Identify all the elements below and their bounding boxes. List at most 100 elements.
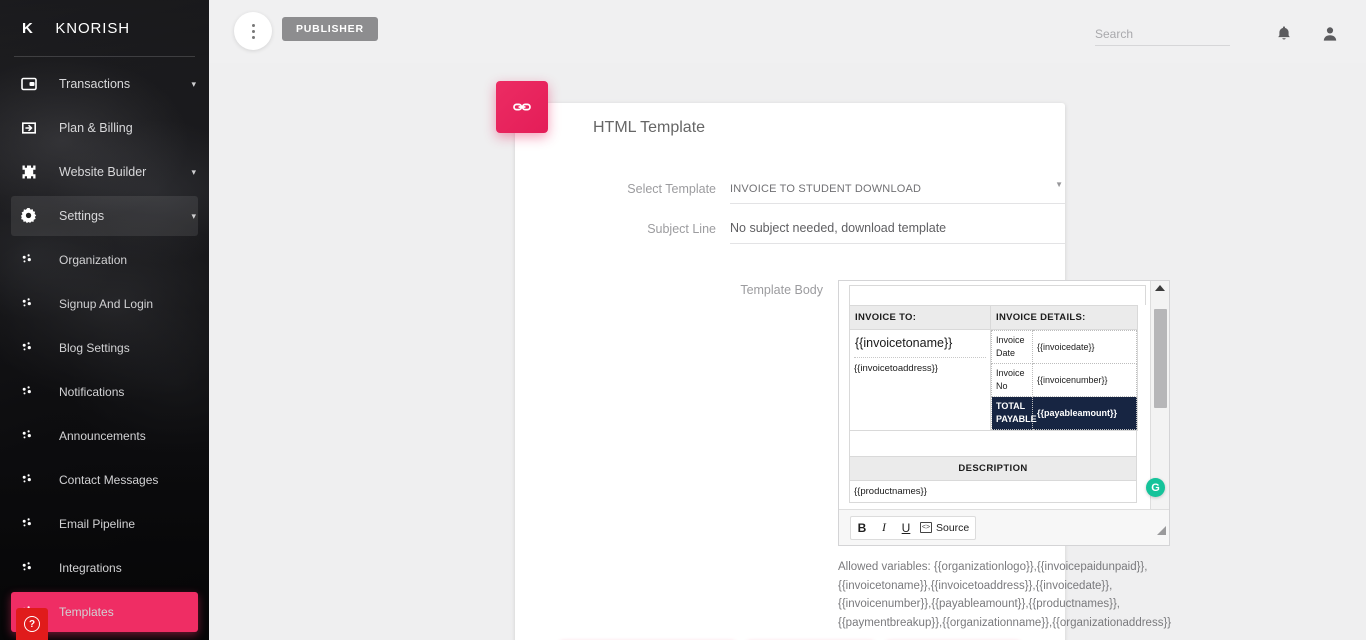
select-template-field: INVOICE TO STUDENT DOWNLOAD ▼ <box>730 179 1065 204</box>
table-row: INVOICE TO: INVOICE DETAILS: <box>849 305 1138 330</box>
source-button[interactable]: <> Source <box>917 517 975 539</box>
sidebar-item-label: Settings <box>59 209 105 223</box>
sidebar-item-label: Email Pipeline <box>59 517 136 531</box>
source-button-label: Source <box>936 521 970 534</box>
publisher-badge[interactable]: PUBLISHER <box>282 17 378 41</box>
help-button[interactable]: ? <box>16 608 48 640</box>
sidebar-item-settings[interactable]: Settings ▾ <box>11 196 198 236</box>
kebab-dot <box>251 35 255 39</box>
subject-line-input[interactable]: No subject needed, download template <box>730 219 1065 244</box>
total-payable-label: TOTAL PAYABLE <box>991 396 1037 431</box>
sidebar-item-email-pipeline[interactable]: Email Pipeline <box>11 504 198 544</box>
select-template-row: Select Template INVOICE TO STUDENT DOWNL… <box>515 179 1065 204</box>
editor-resize-handle[interactable] <box>1157 526 1166 535</box>
search-input[interactable] <box>1095 25 1230 46</box>
sidebar-item-label: Plan & Billing <box>59 121 133 135</box>
detail-value: {{invoicenumber}} <box>1032 363 1137 398</box>
scroll-up-arrow-icon[interactable] <box>1155 285 1165 291</box>
sidebar-item-label: Templates <box>59 605 114 619</box>
editor-content-area[interactable]: INVOICE TO: INVOICE DETAILS: {{invoiceto… <box>839 281 1152 509</box>
detail-value: {{invoicedate}} <box>1032 329 1137 365</box>
chevron-down-icon: ▾ <box>191 210 196 221</box>
html-template-card: HTML Template Select Template INVOICE TO… <box>496 81 1171 640</box>
allowed-variables-line: {{invoicenumber}},{{payableamount}},{{pr… <box>838 598 1120 610</box>
select-template-label: Select Template <box>627 182 716 196</box>
gear-icon <box>21 207 47 225</box>
subject-line-value: No subject needed, download template <box>730 221 947 235</box>
product-names-variable: {{productnames}} <box>849 481 1137 504</box>
link-icon <box>496 81 548 133</box>
sidebar-item-signup-and-login[interactable]: Signup And Login <box>11 284 198 324</box>
top-bar: PUBLISHER <box>209 0 1366 63</box>
table-row-total-payable: TOTAL PAYABLE {{payableamount}} <box>991 396 1137 431</box>
document-top-strip <box>849 285 1146 305</box>
invoice-details-cell: Invoice Date {{invoicedate}} Invoice No … <box>990 328 1138 432</box>
invoice-details-header: INVOICE DETAILS: <box>990 305 1138 330</box>
sidebar: K KNORISH Transactions ▾ Plan & Billing <box>0 0 209 640</box>
sidebar-item-label: Integrations <box>59 561 122 575</box>
dots-icon <box>21 473 47 487</box>
allowed-variables-line: {{paymentbreakup}},{{organizationname}},… <box>838 616 1172 629</box>
invoice-header-table: INVOICE TO: INVOICE DETAILS: {{invoiceto… <box>849 305 1138 432</box>
allowed-variables-line: Allowed variables: {{organizationlogo}},… <box>838 561 1148 573</box>
sidebar-item-label: Blog Settings <box>59 341 130 355</box>
document-spacer <box>849 431 1137 458</box>
italic-button[interactable]: I <box>873 517 895 539</box>
sidebar-item-transactions[interactable]: Transactions ▾ <box>11 64 198 104</box>
help-question-icon: ? <box>24 616 40 632</box>
detail-label: Invoice No <box>991 363 1033 398</box>
sidebar-item-plan-billing[interactable]: Plan & Billing <box>11 108 198 148</box>
sidebar-item-notifications[interactable]: Notifications <box>11 372 198 412</box>
sidebar-item-label: Notifications <box>59 385 125 399</box>
template-body-label: Template Body <box>740 283 823 297</box>
editor-scrollbar[interactable] <box>1150 281 1169 509</box>
invoice-to-address-variable: {{invoicetoaddress}} <box>854 357 986 374</box>
template-body-editor[interactable]: INVOICE TO: INVOICE DETAILS: {{invoiceto… <box>838 280 1170 546</box>
editor-toolbar: B I U <> Source <box>839 509 1169 545</box>
scrollbar-thumb[interactable] <box>1154 309 1167 408</box>
sidebar-item-label: Organization <box>59 253 128 267</box>
sidebar-item-label: Contact Messages <box>59 473 159 487</box>
sidebar-item-blog-settings[interactable]: Blog Settings <box>11 328 198 368</box>
sidebar-item-label: Signup And Login <box>59 297 154 311</box>
chevron-down-icon: ▾ <box>191 166 196 177</box>
select-template-value: INVOICE TO STUDENT DOWNLOAD <box>730 183 922 195</box>
underline-button[interactable]: U <box>895 517 917 539</box>
kebab-dot <box>251 23 255 27</box>
select-template-dropdown[interactable]: INVOICE TO STUDENT DOWNLOAD ▼ <box>730 179 1065 204</box>
dots-icon <box>21 341 47 355</box>
sidebar-item-label: Announcements <box>59 429 146 443</box>
subject-line-field: No subject needed, download template <box>730 219 1065 244</box>
dots-icon <box>21 517 47 531</box>
transactions-icon <box>21 76 47 92</box>
subject-line-label: Subject Line <box>647 222 716 236</box>
sidebar-item-contact-messages[interactable]: Contact Messages <box>11 460 198 500</box>
sidebar-item-integrations[interactable]: Integrations <box>11 548 198 588</box>
description-header: DESCRIPTION <box>849 457 1137 482</box>
brand-mark: K <box>22 19 34 37</box>
app-root: K KNORISH Transactions ▾ Plan & Billing <box>0 0 1366 640</box>
total-payable-value: {{payableamount}} <box>1032 396 1137 431</box>
invoice-details-table: Invoice Date {{invoicedate}} Invoice No … <box>991 329 1137 431</box>
table-row: Invoice No {{invoicenumber}} <box>991 363 1137 398</box>
bold-button[interactable]: B <box>851 517 873 539</box>
chevron-down-icon: ▾ <box>191 78 196 89</box>
brand-logo[interactable]: K KNORISH <box>0 0 209 56</box>
writing-assistant-badge[interactable]: G <box>1146 478 1165 497</box>
user-icon[interactable] <box>1320 24 1342 46</box>
table-row: Invoice Date {{invoicedate}} <box>991 329 1137 365</box>
table-row: {{invoicetoname}} {{invoicetoaddress}} I… <box>849 328 1138 432</box>
search-container <box>1095 25 1230 46</box>
main-canvas: HTML Template Select Template INVOICE TO… <box>209 63 1366 640</box>
sidebar-item-website-builder[interactable]: Website Builder ▾ <box>11 152 198 192</box>
website-builder-icon <box>21 164 47 180</box>
sidebar-nav: Transactions ▾ Plan & Billing Website Bu… <box>0 57 209 640</box>
sidebar-item-announcements[interactable]: Announcements <box>11 416 198 456</box>
sidebar-item-organization[interactable]: Organization <box>11 240 198 280</box>
page-title: HTML Template <box>593 119 706 136</box>
bell-icon[interactable] <box>1274 24 1296 46</box>
more-options-button[interactable] <box>234 12 272 50</box>
editor-toolbar-group: B I U <> Source <box>850 515 977 540</box>
dots-icon <box>21 385 47 399</box>
dots-icon <box>21 297 47 311</box>
